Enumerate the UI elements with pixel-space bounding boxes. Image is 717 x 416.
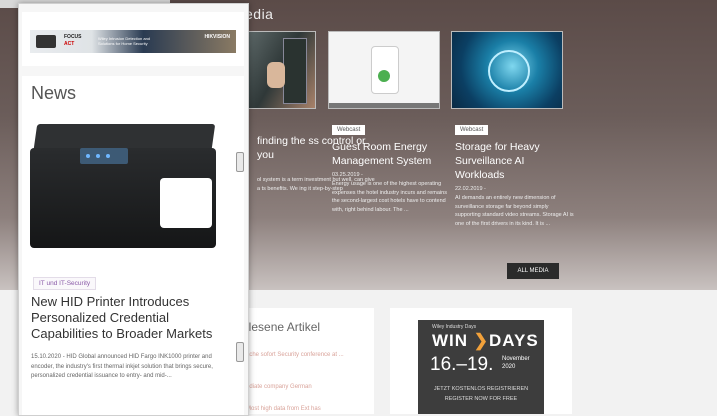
banner-brand-2: ACT (64, 41, 75, 47)
led-icon (96, 154, 100, 158)
hand-graphic (267, 62, 285, 88)
banner-ad[interactable]: FOCUS ACT Wiley Intrusion Detection and … (30, 30, 236, 53)
ad-box: Wiley Industry Days WIN ❯DAYS 16.–19. No… (390, 308, 572, 414)
media-thumbnail-storage[interactable] (451, 31, 563, 109)
ai-ring-graphic (488, 50, 530, 92)
news-overlay-panel[interactable]: FOCUS ACT Wiley Intrusion Detection and … (18, 3, 249, 416)
media-card-title[interactable]: Guest Room Energy Management System (332, 140, 452, 168)
most-read-link[interactable]: ediate company German (246, 384, 312, 390)
ad-cta-en: REGISTER NOW FOR FREE (444, 396, 518, 402)
news-article-title[interactable]: New HID Printer Introduces Personalized … (31, 294, 231, 342)
ad-days-text: DAYS (489, 331, 539, 350)
news-category-tag[interactable]: IT und IT-Security (33, 277, 97, 290)
camera-icon (36, 35, 56, 48)
most-read-link[interactable]: ache sofort Security conference at ... (246, 352, 344, 358)
led-icon (106, 154, 110, 158)
chevron-right-icon: ❯ (473, 331, 490, 350)
media-card-desc: AI demands an entirely new dimension of … (455, 195, 574, 227)
ad-month-year: November 2020 (502, 356, 530, 370)
news-article-image[interactable] (30, 118, 216, 254)
media-card-title[interactable]: Storage for Heavy Surveillance AI Worklo… (455, 140, 575, 182)
status-dot-icon (378, 70, 390, 82)
all-media-button[interactable]: ALL MEDIA (507, 263, 559, 279)
carousel-next-handle[interactable] (236, 342, 244, 362)
video-progress-bar (329, 103, 439, 108)
door-graphic (283, 38, 307, 104)
most-read-link[interactable]: Most high data from Ext has (246, 406, 321, 412)
printer-slot-graphic (160, 178, 212, 228)
media-thumbnail-energy[interactable] (328, 31, 440, 109)
most-read-box: elesene Artikel ache sofort Security con… (228, 308, 374, 414)
banner-logo: HIKVISION (204, 34, 230, 40)
media-card-tag: Webcast (332, 125, 366, 135)
ad-cta-de: JETZT KOSTENLOS REGISTRIEREN (433, 386, 529, 392)
media-card-3[interactable]: Webcast Storage for Heavy Surveillance A… (455, 118, 575, 228)
led-icon (86, 154, 90, 158)
media-card-tag: Webcast (455, 125, 489, 135)
ad-pretitle: Wiley Industry Days (432, 324, 477, 330)
ad-title: WIN ❯DAYS (432, 331, 539, 351)
ad-dates: 16.–19. (430, 354, 494, 375)
windays-ad[interactable]: Wiley Industry Days WIN ❯DAYS 16.–19. No… (418, 320, 544, 414)
most-read-heading: elesene Artikel (242, 320, 321, 334)
news-heading: News (31, 83, 77, 103)
news-article-excerpt: 15.10.2020 - HID Global announced HID Fa… (31, 354, 213, 379)
media-card-2[interactable]: Webcast Guest Room Energy Management Sys… (332, 118, 452, 214)
banner-text: Wiley Intrusion Detection and Solutions … (98, 36, 151, 46)
media-card-date: 03.25.2019 - (332, 172, 363, 178)
news-box: News IT und IT-Security New HID Printer … (22, 76, 244, 415)
media-card-desc: Energy usage is one of the highest opera… (332, 181, 447, 213)
media-card-date: 22.02.2019 - (455, 186, 486, 192)
media-section-title: edia (245, 6, 274, 22)
ad-win-text: WIN (432, 331, 469, 350)
carousel-prev-handle[interactable] (236, 152, 244, 172)
banner-brand: FOCUS (64, 34, 82, 40)
banner-ad-box: FOCUS ACT Wiley Intrusion Detection and … (22, 12, 244, 66)
